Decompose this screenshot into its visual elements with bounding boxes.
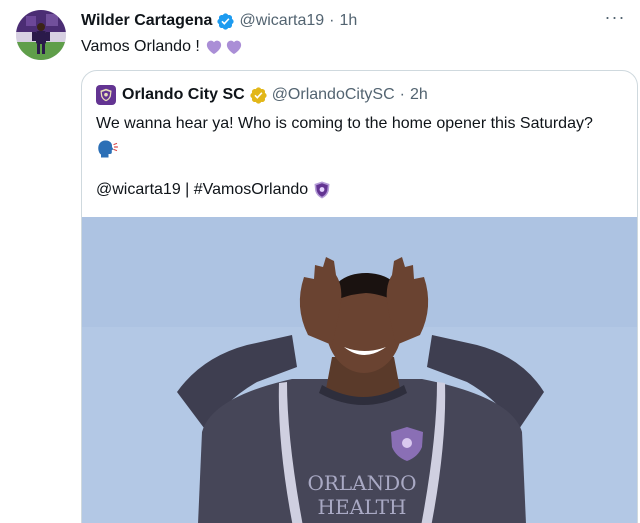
player-photo-icon: ORLANDO HEALTH [82,217,637,523]
shirt-text-line2: HEALTH [318,495,407,519]
purple-heart-icon [225,38,243,56]
quote-tags-line: @wicarta19 | #VamosOrlando [96,178,330,202]
quote-author-display-name[interactable]: Orlando City SC [122,86,245,104]
orlando-city-shield-icon [314,181,330,199]
shirt-text-line1: ORLANDO [307,471,416,495]
quoted-tweet[interactable]: Orlando City SC @OrlandoCitySC · 2h We w… [81,70,638,523]
author-avatar[interactable] [16,10,66,60]
more-options-icon[interactable]: ··· [604,6,626,28]
quote-timestamp[interactable]: 2h [410,86,428,104]
separator-dot: · [399,86,405,103]
tweet-text: Vamos Orlando ! [81,38,200,55]
quote-media-photo[interactable]: ORLANDO HEALTH [82,217,637,523]
tweet-card[interactable]: Wilder Cartagena @wicarta19 · 1h ··· Vam… [0,0,640,523]
quote-header: Orlando City SC @OrlandoCitySC · 2h [96,84,428,106]
author-handle[interactable]: @wicarta19 [239,12,324,30]
speaking-head-icon [96,138,119,160]
separator-dot: · [329,12,335,29]
quote-author-handle[interactable]: @OrlandoCitySC [272,86,395,104]
quote-body: We wanna hear ya! Who is coming to the h… [96,112,626,160]
tweet-timestamp[interactable]: 1h [340,12,358,30]
quote-text: We wanna hear ya! Who is coming to the h… [96,115,593,132]
author-display-name[interactable]: Wilder Cartagena [81,12,212,30]
tweet-body: Vamos Orlando ! [81,36,243,58]
tweet-header: Wilder Cartagena @wicarta19 · 1h [81,11,357,31]
blue-verified-badge-icon[interactable] [216,12,235,31]
gold-verified-badge-icon[interactable] [249,86,268,105]
purple-heart-icon [205,38,223,56]
orlando-city-logo-icon[interactable] [96,85,116,105]
quote-tags[interactable]: @wicarta19 | #VamosOrlando [96,178,308,202]
